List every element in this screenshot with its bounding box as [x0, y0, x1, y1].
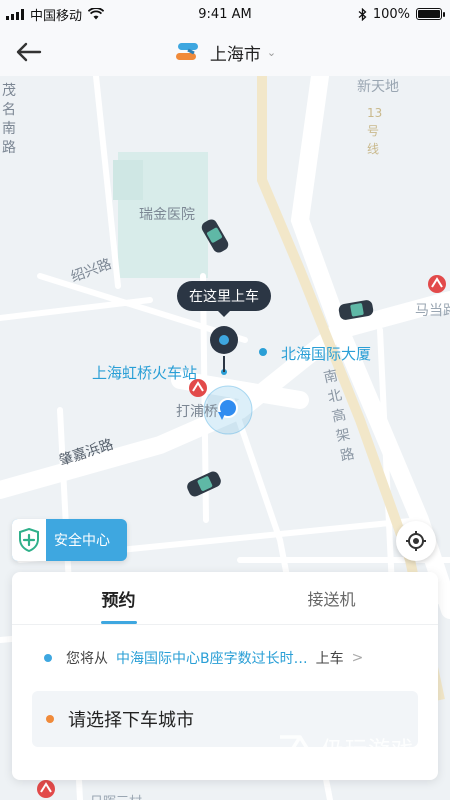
back-button[interactable]: [14, 38, 44, 66]
tab-airport-transfer-label: 接送机: [307, 590, 356, 609]
wifi-icon: [88, 8, 105, 20]
tab-active-indicator: [100, 621, 137, 624]
tab-reservation[interactable]: 预约: [12, 572, 225, 624]
brand-logo-icon: [175, 43, 198, 60]
pickup-prefix: 您将从: [66, 651, 108, 667]
watermark-subtitle: Rengwan Games: [322, 764, 413, 775]
destination-dot: [46, 715, 54, 723]
map-label-dapuqiao: 打浦桥: [176, 404, 218, 420]
watermark: 仍玩游戏 Rengwan Games: [276, 732, 414, 775]
map-label-hongqiao: 上海虹桥火车站: [92, 364, 198, 382]
chevron-right-icon: >: [351, 650, 364, 666]
tab-bar: 预约 接送机: [12, 572, 438, 625]
pickup-tooltip: 在这里上车: [177, 281, 271, 317]
map-label-north-plaza: 北海国际大厦: [281, 345, 372, 363]
nav-bar: 上海市 ⌄: [0, 28, 450, 76]
battery-icon: [416, 8, 445, 20]
battery-percent: 100%: [372, 6, 410, 22]
chevron-down-icon: ⌄: [266, 45, 277, 59]
locate-icon: [406, 531, 426, 551]
status-right: 100%: [358, 6, 445, 22]
pickup-pin: [210, 326, 238, 372]
pickup-place: 中海国际中心B座字数过长时…: [116, 651, 308, 667]
metro-marker-madang: [428, 275, 446, 293]
city-selector[interactable]: 上海市 ⌄: [174, 40, 276, 65]
locate-button[interactable]: [396, 521, 436, 561]
tab-reservation-label: 预约: [101, 590, 136, 611]
signal-icon: [6, 8, 24, 20]
safety-center-button[interactable]: 安全中心: [12, 519, 127, 561]
safety-center-label: 安全中心: [54, 533, 110, 549]
city-name: 上海市: [209, 44, 261, 65]
map-label-bottom-partial: 日晖三村: [90, 791, 142, 800]
status-left: 中国移动: [6, 5, 105, 24]
status-time: 9:41 AM: [198, 6, 252, 22]
status-bar: 中国移动 9:41 AM 100%: [0, 0, 450, 28]
watermark-title: 仍玩游戏: [322, 738, 415, 763]
pickup-dot: [44, 654, 52, 662]
map-label-ruijin: 瑞金医院: [139, 207, 195, 223]
watermark-logo-icon: [280, 734, 312, 772]
shield-icon: [12, 519, 46, 561]
arrow-left-icon: [16, 42, 42, 62]
pickup-row[interactable]: 您将从 中海国际中心B座字数过长时… 上车 >: [12, 625, 438, 691]
bluetooth-icon: [358, 7, 367, 21]
destination-placeholder: 请选择下车城市: [68, 710, 194, 731]
hospital-area-part: [113, 160, 143, 200]
map-label-maoming: 茂名南路: [2, 83, 16, 156]
metro-marker-bottom: [37, 780, 55, 798]
tab-airport-transfer[interactable]: 接送机: [225, 572, 438, 624]
poi-dot-north-plaza: [259, 348, 267, 356]
map-label-line13: 13号线: [367, 106, 383, 156]
map-label-madang: 马当路: [415, 303, 450, 319]
pickup-suffix: 上车: [315, 651, 344, 667]
map-label-xintiandi: 新天地: [357, 79, 399, 95]
carrier-name: 中国移动: [30, 8, 83, 24]
